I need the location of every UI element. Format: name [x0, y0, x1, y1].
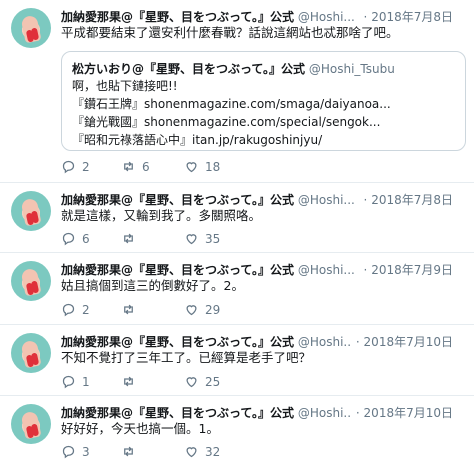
tweet-text: 不知不覺打了三年工了。已經算是老手了吧？ — [61, 350, 312, 365]
reply-icon — [62, 375, 75, 389]
like-count: 18 — [205, 159, 221, 174]
reply-count: 2 — [82, 302, 90, 317]
tweet[interactable]: 加納愛那果@『星野、目をつぶって。』公式 @Hoshi... · 2018年7月… — [0, 183, 474, 253]
display-name[interactable]: 加納愛那果@『星野、目をつぶって。』公式 — [61, 335, 294, 349]
like-count: 32 — [205, 444, 221, 459]
retweet-icon — [124, 233, 133, 244]
like-button[interactable]: 32 — [184, 444, 220, 459]
reply-button[interactable]: 6 — [61, 231, 90, 246]
retweet-icon — [124, 161, 133, 172]
tweet-text: 就是這樣，又輪到我了。多關照咯。 — [61, 208, 262, 223]
display-name[interactable]: 加納愛那果@『星野、目をつぶって。』公式 — [61, 263, 294, 277]
tweet-date[interactable]: · 2018年7月10日 — [351, 404, 453, 421]
tweet[interactable]: 加納愛那果@『星野、目をつぶって。』公式 @Hoshi... · 2018年7月… — [0, 396, 474, 467]
user-handle[interactable]: @Hoshi... — [298, 263, 355, 277]
like-count: 29 — [205, 302, 221, 317]
quoted-tweet-header: 松方いおり@『星野、目をつぶって。』公式 @Hoshi_Tsubu — [72, 60, 455, 77]
quoted-author: 松方いおり@『星野、目をつぶって。』公式 — [72, 62, 306, 76]
reply-count: 3 — [82, 444, 90, 459]
tweet-text: 姑且搞個到這三的倒數好了。2。 — [61, 278, 244, 293]
tweet[interactable]: 加納愛那果@『星野、目をつぶって。』公式 @Hoshi... · 2018年7月… — [0, 325, 474, 396]
like-button[interactable]: 29 — [184, 302, 220, 317]
retweet-icon — [124, 446, 133, 457]
like-button[interactable]: 18 — [184, 159, 220, 174]
like-button[interactable]: 35 — [184, 231, 220, 246]
heart-icon — [186, 305, 197, 316]
heart-icon — [186, 234, 197, 245]
tweet-feed: 加納愛那果@『星野、目をつぶって。』公式 @Hoshi... · 2018年7月… — [0, 0, 474, 467]
avatar[interactable] — [11, 8, 51, 48]
avatar[interactable] — [11, 333, 51, 373]
reply-icon — [62, 232, 75, 246]
tweet-actions: 3 32 — [61, 444, 421, 462]
retweet-button[interactable] — [121, 374, 136, 389]
retweet-button[interactable]: 6 — [121, 159, 150, 174]
reply-icon — [62, 303, 75, 317]
tweet-date[interactable]: · 2018年7月8日 — [359, 8, 453, 25]
retweet-count: 6 — [142, 159, 150, 174]
quoted-line: 啊，也貼下鏈接吧!! — [72, 79, 178, 93]
tweet-date[interactable]: · 2018年7月8日 — [359, 191, 453, 208]
tweet[interactable]: 加納愛那果@『星野、目をつぶって。』公式 @Hoshi... · 2018年7月… — [0, 0, 474, 183]
reply-button[interactable]: 3 — [61, 444, 90, 459]
quoted-handle: @Hoshi_Tsubu — [308, 62, 395, 76]
display-name[interactable]: 加納愛那果@『星野、目をつぶって。』公式 — [61, 406, 294, 420]
retweet-icon — [124, 304, 133, 315]
reply-count: 6 — [82, 231, 90, 246]
tweet-actions: 2 29 — [61, 302, 421, 320]
display-name[interactable]: 加納愛那果@『星野、目をつぶって。』公式 — [61, 193, 294, 207]
like-count: 35 — [205, 231, 221, 246]
retweet-button[interactable] — [121, 231, 136, 246]
avatar[interactable] — [11, 261, 51, 301]
like-button[interactable]: 25 — [184, 374, 220, 389]
tweet-actions: 6 35 — [61, 231, 421, 249]
like-count: 25 — [205, 374, 221, 389]
avatar[interactable] — [11, 191, 51, 231]
reply-count: 2 — [82, 159, 90, 174]
heart-icon — [186, 377, 197, 388]
user-handle[interactable]: @Hoshi... — [298, 335, 355, 349]
tweet-actions: 2 6 18 — [61, 159, 421, 177]
tweet-date[interactable]: · 2018年7月9日 — [359, 261, 453, 278]
quoted-line: 『昭和元祿落語心中』itan.jp/rakugoshinjyu/ — [72, 133, 323, 147]
heart-icon — [186, 162, 197, 173]
display-name[interactable]: 加納愛那果@『星野、目をつぶって。』公式 — [61, 10, 294, 24]
user-handle[interactable]: @Hoshi... — [298, 406, 355, 420]
user-handle[interactable]: @Hoshi... — [298, 193, 355, 207]
avatar[interactable] — [11, 404, 51, 444]
tweet[interactable]: 加納愛那果@『星野、目をつぶって。』公式 @Hoshi... · 2018年7月… — [0, 253, 474, 325]
tweet-actions: 1 25 — [61, 374, 421, 392]
retweet-button[interactable] — [121, 302, 136, 317]
retweet-icon — [124, 376, 133, 387]
tweet-text: 好好好，今天也搞一個。1。 — [61, 421, 219, 436]
reply-count: 1 — [82, 374, 90, 389]
reply-button[interactable]: 1 — [61, 374, 90, 389]
quoted-tweet[interactable]: 松方いおり@『星野、目をつぶって。』公式 @Hoshi_Tsubu 啊，也貼下鏈… — [61, 51, 466, 151]
reply-button[interactable]: 2 — [61, 302, 90, 317]
user-handle[interactable]: @Hoshi... — [298, 10, 355, 24]
quoted-line: 『鑽石王牌』shonenmagazine.com/smaga/daiyanoa.… — [72, 97, 391, 111]
reply-icon — [62, 445, 75, 459]
heart-icon — [186, 447, 197, 458]
tweet-date[interactable]: · 2018年7月10日 — [351, 333, 453, 350]
reply-button[interactable]: 2 — [61, 159, 90, 174]
retweet-button[interactable] — [121, 444, 136, 459]
reply-icon — [62, 160, 75, 174]
tweet-text: 平成都要結束了還安利什麼春戰？話說這網站也忒那啥了吧。 — [61, 25, 399, 40]
quoted-line: 『鎗光戰國』shonenmagazine.com/special/sengok.… — [72, 115, 381, 129]
